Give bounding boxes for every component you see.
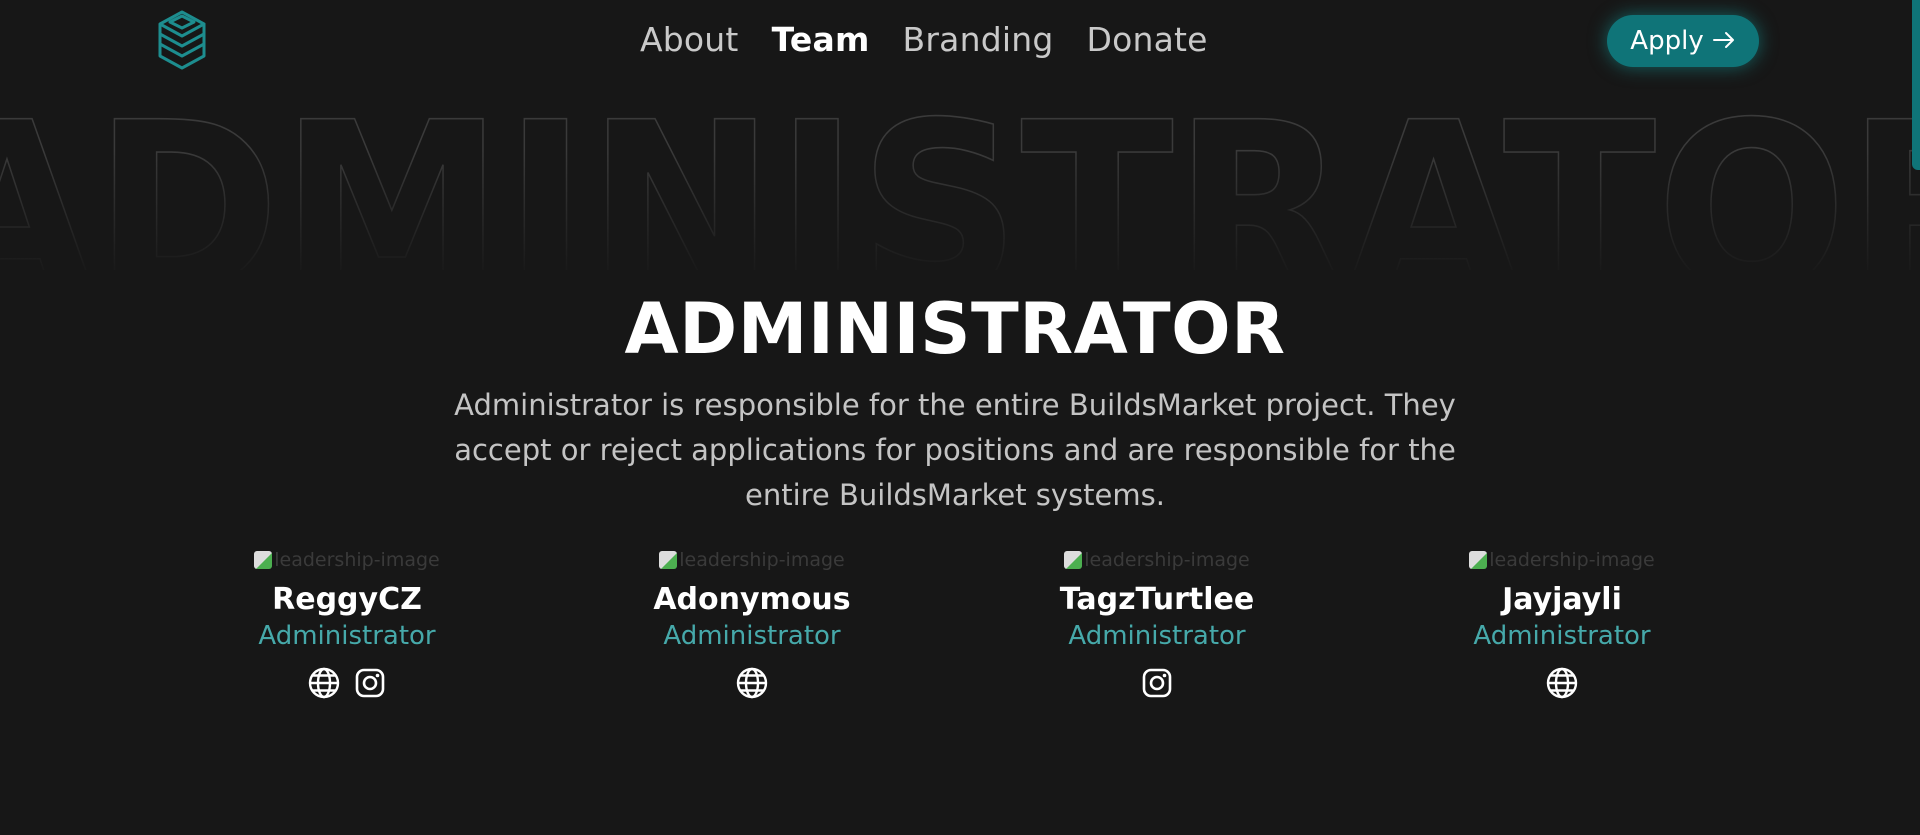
image-alt-text: leadership-image [1084,549,1250,571]
apply-button[interactable]: Apply [1607,15,1759,67]
nav-donate[interactable]: Donate [1086,18,1207,62]
team-page: ADMINISTRATOR About Team Branding Donate [0,0,1920,835]
member-role: Administrator [663,621,841,651]
main-nav: About Team Branding Donate [640,18,1208,62]
globe-icon[interactable] [307,666,341,700]
leadership-image: leadership-image [1007,548,1307,572]
team-card: leadership-image TagzTurtlee Administrat… [1007,548,1307,700]
arrow-right-icon [1712,26,1736,56]
scrollbar-thumb[interactable] [1912,0,1920,170]
broken-image-icon [254,551,273,569]
role-description: Administrator is responsible for the ent… [454,388,1456,512]
globe-icon[interactable] [735,666,769,700]
leadership-image: leadership-image [602,548,902,572]
image-alt-text: leadership-image [679,549,845,571]
team-cards: leadership-image ReggyCZ Administrator l… [0,548,1920,748]
nav-branding[interactable]: Branding [903,18,1054,62]
social-links [1007,666,1307,700]
member-role: Administrator [1473,621,1651,651]
team-card: leadership-image Adonymous Administrator [602,548,902,700]
nav-about[interactable]: About [640,18,739,62]
broken-image-icon [1469,551,1488,569]
leadership-image: leadership-image [1412,548,1712,572]
member-name: Jayjayli [1502,582,1622,617]
member-role: Administrator [258,621,436,651]
social-links [1412,666,1712,700]
image-alt-text: leadership-image [274,549,440,571]
globe-icon[interactable] [1545,666,1579,700]
broken-image-icon [1064,551,1083,569]
team-card: leadership-image ReggyCZ Administrator [197,548,497,700]
instagram-icon[interactable] [1140,666,1174,700]
background-fade [0,150,1920,280]
member-name: TagzTurtlee [1059,582,1255,617]
site-header: About Team Branding Donate Apply [0,0,1920,80]
leadership-image: leadership-image [197,548,497,572]
team-card: leadership-image Jayjayli Administrator [1412,548,1712,700]
broken-image-icon [659,551,678,569]
member-name: Adonymous [653,582,851,617]
instagram-icon[interactable] [353,666,387,700]
nav-team[interactable]: Team [772,18,870,62]
member-name: ReggyCZ [272,582,422,617]
social-links [602,666,902,700]
social-links [197,666,497,700]
page-title: ADMINISTRATOR [624,287,1286,370]
apply-button-label: Apply [1630,26,1704,56]
stacked-cube-logo-icon[interactable] [154,10,210,72]
image-alt-text: leadership-image [1489,549,1655,571]
member-role: Administrator [1068,621,1246,651]
